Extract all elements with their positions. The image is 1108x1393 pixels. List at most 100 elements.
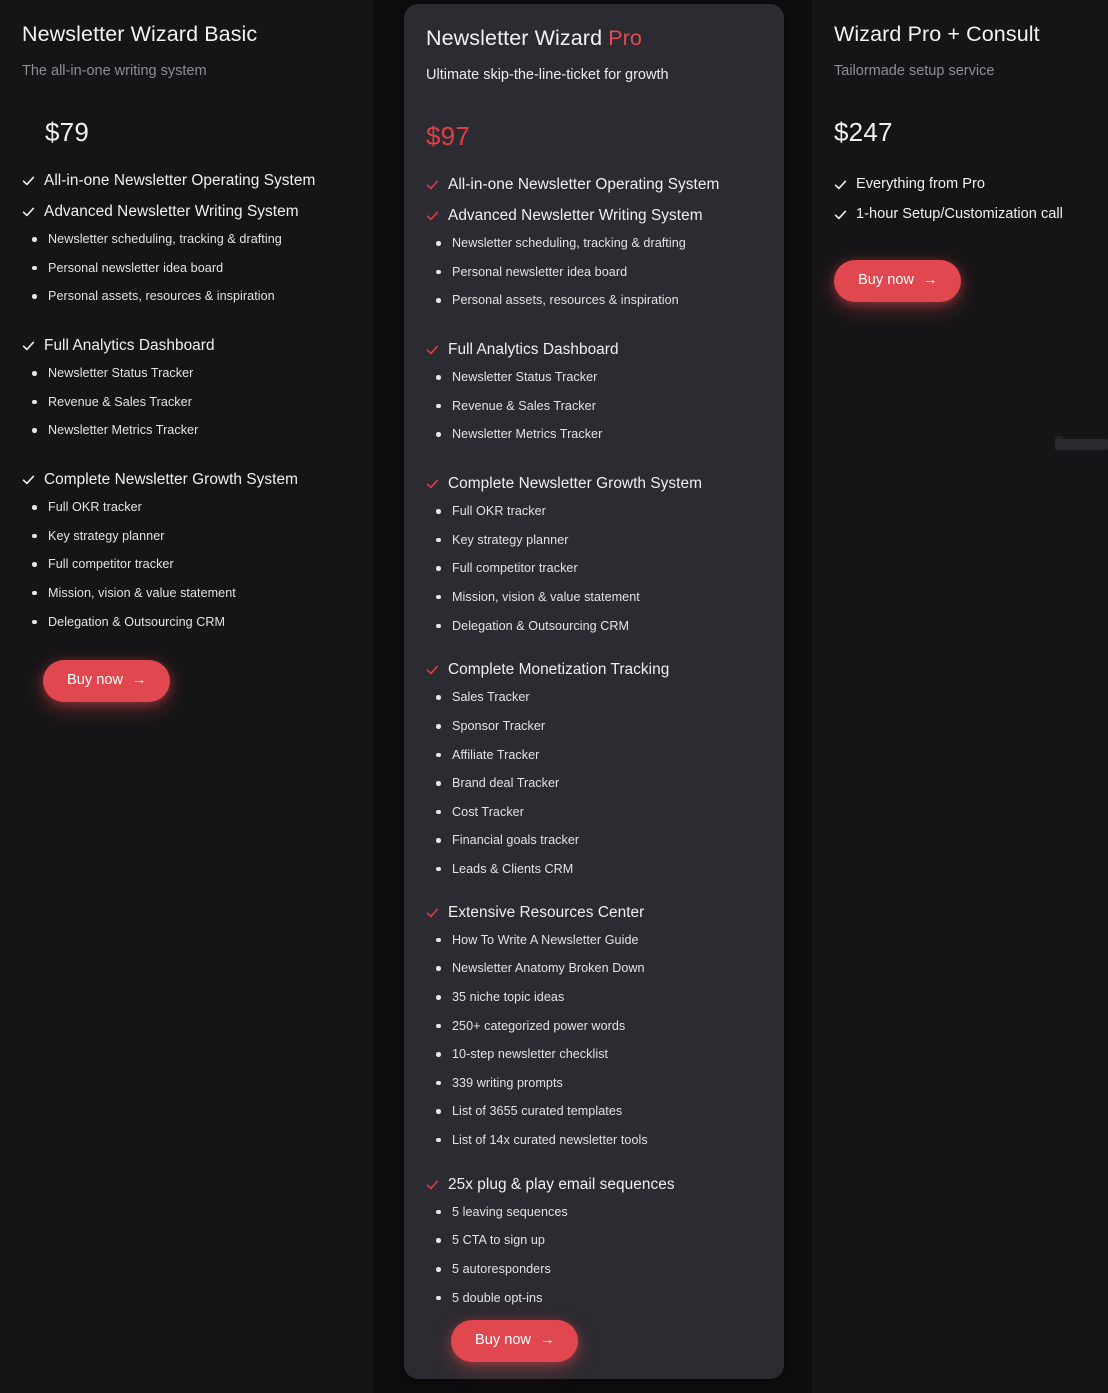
feature-item: List of 14x curated newsletter tools [426, 1134, 762, 1147]
feature-item: Newsletter Status Tracker [22, 367, 351, 380]
feature-row: 1-hour Setup/Customization call [834, 205, 1086, 223]
plan-price-pro: $97 [426, 120, 470, 151]
feature-sublist: Newsletter scheduling, tracking & drafti… [22, 233, 351, 303]
feature-item: Mission, vision & value statement [426, 591, 762, 604]
arrow-right-icon: → [922, 272, 938, 289]
feature-group-header: 25x plug & play email sequences [426, 1175, 762, 1194]
buy-now-label: Buy now [475, 1332, 531, 1349]
feature-item: Newsletter scheduling, tracking & drafti… [426, 237, 762, 250]
feature-group-header: Complete Newsletter Growth System [22, 470, 351, 489]
feature-group-title: Complete Monetization Tracking [448, 661, 670, 679]
feature-item: Key strategy planner [22, 530, 351, 543]
feature-sublist: Newsletter scheduling, tracking & drafti… [426, 237, 762, 307]
plan-title-accent: Pro [608, 26, 642, 50]
feature-label: 1-hour Setup/Customization call [856, 205, 1063, 222]
pricing-card-pro: Newsletter Wizard Pro Ultimate skip-the-… [404, 4, 784, 1379]
plan-title-consult: Wizard Pro + Consult [834, 22, 1086, 48]
feature-item: Leads & Clients CRM [426, 863, 762, 876]
feature-item: Newsletter Anatomy Broken Down [426, 962, 762, 975]
check-icon [22, 207, 35, 217]
feature-group: Full Analytics Dashboard Newsletter Stat… [426, 340, 762, 441]
feature-item: Mission, vision & value statement [22, 587, 351, 600]
feature-label: Everything from Pro [856, 175, 985, 192]
feature-item: Newsletter Metrics Tracker [426, 428, 762, 441]
check-icon [426, 665, 439, 675]
check-icon [426, 211, 439, 221]
feature-item: Brand deal Tracker [426, 777, 762, 790]
feature-item: How To Write A Newsletter Guide [426, 934, 762, 947]
feature-item: 250+ categorized power words [426, 1020, 762, 1033]
buy-now-label: Buy now [858, 272, 914, 289]
check-icon [22, 475, 35, 485]
feature-sublist: Full OKR tracker Key strategy planner Fu… [22, 501, 351, 628]
check-icon [426, 180, 439, 189]
buy-now-button-basic[interactable]: Buy now → [43, 660, 171, 702]
feature-item: Full OKR tracker [22, 501, 351, 514]
feature-item: Delegation & Outsourcing CRM [426, 619, 762, 633]
feature-item: Sales Tracker [426, 691, 762, 704]
plan-title-pro: Newsletter Wizard Pro [426, 26, 762, 52]
feature-item: Cost Tracker [426, 806, 762, 819]
feature-item: Full OKR tracker [426, 505, 762, 518]
plan-subtitle-pro: Ultimate skip-the-line-ticket for growth [426, 66, 669, 83]
feature-item: Affiliate Tracker [426, 749, 762, 762]
pricing-card-consult: Wizard Pro + Consult Tailormade setup se… [812, 0, 1108, 1393]
feature-group-header: Advanced Newsletter Writing System [426, 206, 762, 225]
feature-group-header: Full Analytics Dashboard [426, 340, 762, 359]
buy-now-button-pro[interactable]: Buy now → [451, 1320, 579, 1362]
feature-group: Complete Monetization Tracking Sales Tra… [426, 660, 762, 875]
buy-now-button-consult[interactable]: Buy now → [834, 260, 962, 302]
feature-group-title: Full Analytics Dashboard [44, 336, 215, 354]
feature-item: Revenue & Sales Tracker [426, 400, 762, 413]
buy-button-wrapper-basic: Buy now → [22, 660, 351, 702]
check-icon [22, 176, 35, 185]
check-icon [426, 908, 439, 917]
plan-price-consult: $247 [834, 116, 893, 147]
feature-item: Newsletter Status Tracker [426, 371, 762, 384]
feature-item: Personal assets, resources & inspiration [22, 290, 351, 303]
feature-group-title: Advanced Newsletter Writing System [448, 206, 703, 224]
feature-group-title: Full Analytics Dashboard [448, 340, 619, 358]
feature-item: Revenue & Sales Tracker [22, 396, 351, 409]
feature-item: Newsletter Metrics Tracker [22, 424, 351, 437]
arrow-right-icon: → [539, 1332, 555, 1349]
pricing-page: Newsletter Wizard Basic The all-in-one w… [0, 0, 1108, 1393]
feature-item: Delegation & Outsourcing CRM [22, 615, 351, 629]
check-icon [834, 180, 847, 189]
check-icon [22, 341, 35, 351]
feature-sublist: Newsletter Status Tracker Revenue & Sale… [426, 371, 762, 441]
check-icon [426, 479, 439, 489]
feature-item: 35 niche topic ideas [426, 991, 762, 1004]
feature-item: Full competitor tracker [22, 558, 351, 571]
feature-item: Financial goals tracker [426, 834, 762, 847]
feature-item: 339 writing prompts [426, 1077, 762, 1090]
feature-group-header: Full Analytics Dashboard [22, 336, 351, 355]
feature-group-title: Extensive Resources Center [448, 903, 645, 921]
feature-sublist: Full OKR tracker Key strategy planner Fu… [426, 505, 762, 632]
plan-title-text: Newsletter Wizard Basic [22, 22, 258, 46]
feature-item: Newsletter scheduling, tracking & drafti… [22, 233, 351, 246]
scrollbar-thumb[interactable] [1055, 436, 1108, 450]
feature-group: All-in-one Newsletter Operating System [22, 171, 351, 190]
feature-group-title: Complete Newsletter Growth System [448, 474, 702, 492]
feature-group: Complete Newsletter Growth System Full O… [426, 474, 762, 632]
plan-title-text: Newsletter Wizard [426, 26, 609, 50]
plan-title-text: Wizard Pro + Consult [834, 22, 1040, 46]
feature-group: Advanced Newsletter Writing System Newsl… [22, 202, 351, 303]
feature-group: Extensive Resources Center How To Write … [426, 903, 762, 1147]
feature-group-header: Advanced Newsletter Writing System [22, 202, 351, 221]
plan-subtitle-consult: Tailormade setup service [834, 62, 995, 79]
check-icon [426, 1180, 439, 1189]
feature-sublist: Sales Tracker Sponsor Tracker Affiliate … [426, 691, 762, 875]
feature-group-title: All-in-one Newsletter Operating System [44, 171, 316, 189]
arrow-right-icon: → [131, 672, 147, 689]
feature-group: 25x plug & play email sequences 5 leavin… [426, 1175, 762, 1305]
plan-price-basic: $79 [45, 116, 89, 147]
buy-button-wrapper-pro: Buy now → [426, 1320, 762, 1362]
feature-group-title: All-in-one Newsletter Operating System [448, 175, 720, 193]
feature-sublist: 5 leaving sequences 5 CTA to sign up 5 a… [426, 1206, 762, 1304]
feature-row: Everything from Pro [834, 175, 1086, 193]
feature-group-header: Complete Monetization Tracking [426, 660, 762, 679]
feature-item: Key strategy planner [426, 534, 762, 547]
feature-item: Personal newsletter idea board [22, 262, 351, 275]
